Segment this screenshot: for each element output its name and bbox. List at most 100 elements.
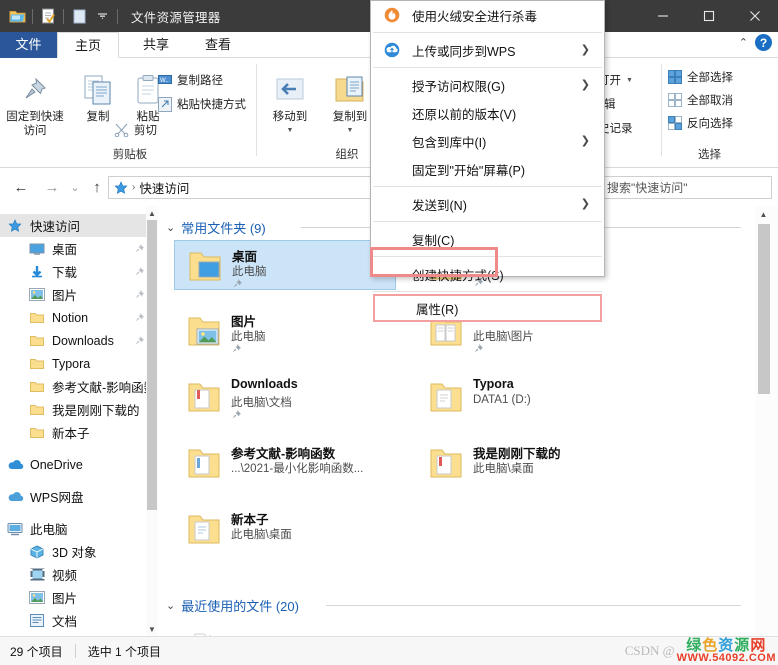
menu-item-copy[interactable]: 复制(C) xyxy=(371,225,604,253)
group-header-frequent-folders[interactable]: ⌄ 常用文件夹 (9) xyxy=(166,218,741,237)
group-header-recent-files[interactable]: ⌄ 最近使用的文件 (20) xyxy=(166,596,741,615)
pin-icon[interactable] xyxy=(134,243,145,257)
folder-icon xyxy=(184,509,224,549)
select-none-button[interactable]: 全部取消 xyxy=(668,90,733,110)
file-location: 此电脑\桌面 xyxy=(473,463,534,475)
scrollbar-thumb[interactable] xyxy=(758,224,770,394)
scroll-down-icon[interactable]: ▼ xyxy=(146,622,158,636)
file-tile-just-downloaded[interactable]: 我是刚刚下载的 此电脑\桌面 xyxy=(416,438,638,488)
sidebar-label: 3D 对象 xyxy=(52,546,97,560)
search-input[interactable]: 搜索"快速访问" xyxy=(600,176,772,199)
menu-item-pin-to-start[interactable]: 固定到"开始"屏幕(P) xyxy=(371,155,604,183)
pictures-icon xyxy=(28,287,46,303)
tab-file[interactable]: 文件 xyxy=(0,32,57,58)
caret-down-icon[interactable]: ▼ xyxy=(626,77,633,84)
sidebar-item-this-pc[interactable]: 此电脑 xyxy=(0,517,157,540)
pin-icon[interactable] xyxy=(134,266,145,280)
file-location: ...\2021-最小化影响函数... xyxy=(231,463,364,475)
scroll-up-icon[interactable]: ▲ xyxy=(146,206,158,220)
sidebar-label: 快速访问 xyxy=(30,220,81,234)
folder-icon xyxy=(28,356,46,372)
cut-button[interactable]: 剪切 xyxy=(114,120,157,140)
watermark-csdn: CSDN @ xyxy=(624,643,675,658)
tab-share[interactable]: 共享 xyxy=(127,32,185,58)
pin-icon[interactable] xyxy=(134,289,145,303)
explorer-icon[interactable] xyxy=(6,5,28,27)
dropdown-icon[interactable] xyxy=(91,5,113,27)
sidebar-item-desktop[interactable]: 桌面 xyxy=(0,237,157,260)
content-scrollbar[interactable]: ▲ xyxy=(755,206,778,636)
minimize-button[interactable] xyxy=(640,0,686,32)
file-tile-desktop[interactable]: 桌面 此电脑 xyxy=(174,240,396,290)
file-tile-references[interactable]: 参考文献-影响函数 ...\2021-最小化影响函数... xyxy=(174,438,419,488)
scrollbar-thumb[interactable] xyxy=(147,220,157,510)
sidebar-item-documents[interactable]: 文档 xyxy=(0,609,157,632)
sidebar-item-typora[interactable]: Typora xyxy=(0,352,157,375)
tab-view[interactable]: 查看 xyxy=(189,32,247,58)
file-tile-pictures[interactable]: 图片 此电脑 xyxy=(174,306,396,356)
new-folder-icon[interactable] xyxy=(68,5,90,27)
menu-item-wps-upload[interactable]: 上传或同步到WPS ❯ xyxy=(371,36,604,64)
sidebar-item-notion[interactable]: Notion xyxy=(0,306,157,329)
navigation-scrollbar[interactable]: ▲ ▼ xyxy=(146,206,158,636)
group-header-label: 常用文件夹 (9) xyxy=(181,221,266,236)
help-icon[interactable]: ? xyxy=(755,34,772,51)
file-tile-new-notebook[interactable]: 新本子 此电脑\桌面 xyxy=(174,504,396,554)
ribbon-group-select: 全部选择 全部取消 反向选择 选择 xyxy=(662,58,757,167)
properties-icon[interactable] xyxy=(37,5,59,27)
sidebar-item-just-downloaded[interactable]: 我是刚刚下载的 xyxy=(0,398,157,421)
chevron-down-icon[interactable]: ⌄ xyxy=(166,599,175,612)
watermark-cn-text: 绿色资源网 xyxy=(686,637,767,654)
scroll-up-icon[interactable]: ▲ xyxy=(755,206,772,222)
pin-to-quick-access-button[interactable]: 固定到快速访问 xyxy=(5,66,65,138)
select-all-button[interactable]: 全部选择 xyxy=(668,67,733,87)
sidebar-item-downloads[interactable]: 下载 xyxy=(0,260,157,283)
edit-button[interactable]: 辑 xyxy=(604,94,616,114)
folder-icon xyxy=(184,377,224,417)
quick-access-star-icon xyxy=(114,180,128,194)
menu-item-create-shortcut[interactable]: 创建快捷方式(S) xyxy=(371,260,604,288)
menu-item-restore-previous-versions[interactable]: 还原以前的版本(V) xyxy=(371,99,604,127)
folder-icon xyxy=(426,443,466,483)
sidebar-item-videos[interactable]: 视频 xyxy=(0,563,157,586)
sidebar-item-3d-objects[interactable]: 3D 对象 xyxy=(0,540,157,563)
sidebar-item-downloads-folder[interactable]: Downloads xyxy=(0,329,157,352)
file-tile-downloads-folder[interactable]: Downloads 此电脑\文档 xyxy=(174,372,396,422)
sidebar-item-pictures-pc[interactable]: 图片 xyxy=(0,586,157,609)
move-to-button[interactable]: 移动到 ▼ xyxy=(260,66,320,138)
forward-button[interactable]: → xyxy=(41,176,63,198)
pin-icon[interactable] xyxy=(134,335,145,349)
sidebar-item-references[interactable]: 参考文献-影响函数 xyxy=(0,375,157,398)
recent-file-row[interactable]: 11.png 此电脑\桌面 xyxy=(158,628,755,636)
paste-shortcut-button[interactable]: 粘贴快捷方式 xyxy=(158,94,246,114)
file-tile-typora[interactable]: Typora DATA1 (D:) xyxy=(416,372,638,422)
maximize-button[interactable] xyxy=(686,0,732,32)
recent-locations-button[interactable]: ⌄ xyxy=(64,176,86,198)
copy-path-button[interactable]: W.. 复制路径 xyxy=(158,70,223,90)
menu-item-properties[interactable]: 属性(R) xyxy=(373,294,602,322)
breadcrumb-quick-access[interactable]: 快速访问 xyxy=(139,178,189,197)
sidebar-item-new-notebook[interactable]: 新本子 xyxy=(0,421,157,444)
sidebar-item-wps-cloud[interactable]: WPS网盘 xyxy=(0,485,157,508)
breadcrumb-separator: › xyxy=(132,182,136,193)
file-location: 此电脑\文档 xyxy=(231,397,292,409)
close-button[interactable] xyxy=(732,0,778,32)
up-button[interactable]: ↑ xyxy=(86,176,108,198)
chevron-down-icon[interactable]: ⌄ xyxy=(166,221,175,234)
invert-selection-button[interactable]: 反向选择 xyxy=(668,113,733,133)
menu-item-send-to[interactable]: 发送到(N) ❯ xyxy=(371,190,604,218)
menu-item-grant-access[interactable]: 授予访问权限(G) ❯ xyxy=(371,71,604,99)
quick-access-toolbar xyxy=(0,5,121,27)
sidebar-item-pictures[interactable]: 图片 xyxy=(0,283,157,306)
caret-down-icon[interactable]: ▼ xyxy=(260,124,320,138)
sidebar-item-onedrive[interactable]: OneDrive xyxy=(0,453,157,476)
pin-icon[interactable] xyxy=(134,312,145,326)
tab-home[interactable]: 主页 xyxy=(57,32,119,58)
menu-item-include-in-library[interactable]: 包含到库中(I) ❯ xyxy=(371,127,604,155)
divider xyxy=(74,644,76,658)
menu-item-huorong-scan[interactable]: 使用火绒安全进行杀毒 xyxy=(371,1,604,29)
sidebar-item-quick-access[interactable]: 快速访问 xyxy=(0,214,157,237)
paste-shortcut-icon xyxy=(158,96,172,112)
chevron-up-icon[interactable]: ⌃ xyxy=(739,36,748,49)
back-button[interactable]: ← xyxy=(10,176,32,198)
